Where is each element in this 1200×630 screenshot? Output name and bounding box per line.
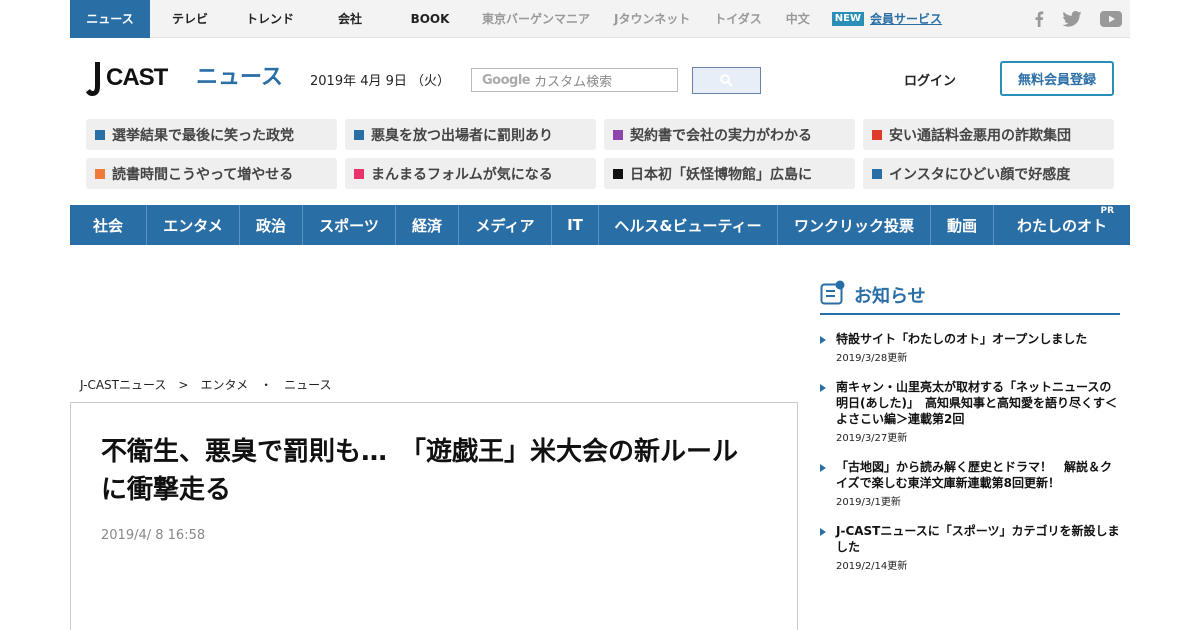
topic-square-icon <box>872 129 882 140</box>
category-label: わたしのオト <box>1016 216 1107 235</box>
breadcrumb-sub[interactable]: ニュース <box>284 376 331 393</box>
category-video[interactable]: 動画 <box>931 205 994 245</box>
login-link[interactable]: ログイン <box>904 70 956 89</box>
topic-link[interactable]: 読書時間こうやって増やせる <box>86 158 337 189</box>
article-timestamp: 2019/4/ 8 16:58 <box>101 528 206 543</box>
new-badge: NEW <box>831 11 865 26</box>
current-date: 2019年 4月 9日 （火） <box>310 74 451 89</box>
link-chinese[interactable]: 中文 <box>774 0 822 38</box>
notice-date: 2019/3/27更新 <box>836 433 908 444</box>
tab-news[interactable]: ニュース <box>70 0 150 38</box>
topic-square-icon <box>354 129 364 140</box>
topic-link[interactable]: 選挙結果で最後に笑った政党 <box>86 119 337 150</box>
google-brand: Google <box>482 72 531 88</box>
breadcrumb-section[interactable]: エンタメ <box>200 376 248 393</box>
notices-title: お知らせ <box>854 286 926 307</box>
notice-item[interactable]: J-CASTニュースに「スポーツ」カテゴリを新設しました 2019/2/14更新 <box>820 523 1120 572</box>
link-j-town[interactable]: Jタウンネット <box>602 0 702 38</box>
topic-square-icon <box>872 168 882 179</box>
breadcrumb-home[interactable]: J-CASTニュース <box>80 376 166 393</box>
notice-title[interactable]: 「古地図」から読み解く歴史とドラマ！ 解説＆クイズで楽しむ東洋文庫新連載第8回更… <box>836 459 1120 491</box>
link-toidas[interactable]: トイダス <box>702 0 774 38</box>
category-media[interactable]: メディア <box>459 205 552 245</box>
notice-item[interactable]: 「古地図」から読み解く歴史とドラマ！ 解説＆クイズで楽しむ東洋文庫新連載第8回更… <box>820 459 1120 508</box>
youtube-icon[interactable] <box>1100 11 1122 27</box>
svg-text:ニュース: ニュース <box>196 65 282 90</box>
register-button[interactable]: 無料会員登録 <box>1000 61 1114 96</box>
topic-link[interactable]: インスタにひどい顔で好感度 <box>863 158 1114 189</box>
breadcrumb-separator: > <box>166 378 201 392</box>
notice-icon <box>820 280 845 305</box>
topic-square-icon <box>613 129 623 140</box>
notice-date: 2019/3/28更新 <box>836 353 908 364</box>
notice-title[interactable]: 特設サイト「わたしのオト」オープンしました <box>836 331 1087 347</box>
topic-link[interactable]: 日本初「妖怪博物館」広島に <box>604 158 855 189</box>
breadcrumb-separator: ・ <box>248 378 285 392</box>
notice-item[interactable]: 南キャン・山里亮太が取材する「ネットニュースの明日(あした)」 高知県知事と高知… <box>820 379 1120 444</box>
category-watashi-no-oto[interactable]: わたしのオト PR <box>994 205 1130 245</box>
link-tokyo-bargain[interactable]: 東京バーゲンマニア <box>470 0 602 38</box>
svg-text:CAST: CAST <box>106 64 169 91</box>
top-bar: ニュース テレビ トレンド 会社 BOOK 東京バーゲンマニア Jタウンネット … <box>70 0 1130 38</box>
pr-badge: PR <box>1100 206 1114 216</box>
breadcrumb: J-CASTニュース > エンタメ ・ ニュース <box>80 376 332 393</box>
category-economy[interactable]: 経済 <box>396 205 459 245</box>
triangle-right-icon <box>820 384 826 392</box>
notice-date: 2019/2/14更新 <box>836 561 908 572</box>
topic-square-icon <box>613 168 623 179</box>
topic-link[interactable]: まんまるフォルムが気になる <box>345 158 596 189</box>
facebook-icon[interactable] <box>1034 11 1044 27</box>
category-society[interactable]: 社会 <box>70 205 147 245</box>
twitter-icon[interactable] <box>1062 11 1082 27</box>
category-entertainment[interactable]: エンタメ <box>147 205 240 245</box>
jcast-logo[interactable]: CAST ニュース <box>86 58 282 100</box>
tab-tv[interactable]: テレビ <box>150 0 230 38</box>
triangle-right-icon <box>820 464 826 472</box>
category-one-click-vote[interactable]: ワンクリック投票 <box>778 205 931 245</box>
topic-square-icon <box>95 129 105 140</box>
notices-header: お知らせ <box>820 280 1120 315</box>
member-service-link[interactable]: 会員サービス <box>870 10 942 27</box>
topic-square-icon <box>354 168 364 179</box>
category-nav: 社会 エンタメ 政治 スポーツ 経済 メディア IT ヘルス&ビューティー ワン… <box>70 205 1130 245</box>
search-placeholder: カスタム検索 <box>534 74 613 90</box>
article-card: 不衛生、悪臭で罰則も… 「遊戯王」米大会の新ルールに衝撃走る 2019/4/ 8… <box>70 402 798 630</box>
category-politics[interactable]: 政治 <box>240 205 303 245</box>
search-button[interactable] <box>692 67 761 94</box>
triangle-right-icon <box>820 336 826 344</box>
notice-title[interactable]: 南キャン・山里亮太が取材する「ネットニュースの明日(あした)」 高知県知事と高知… <box>836 379 1120 427</box>
topic-link[interactable]: 契約書で会社の実力がわかる <box>604 119 855 150</box>
notice-item[interactable]: 特設サイト「わたしのオト」オープンしました 2019/3/28更新 <box>820 331 1120 364</box>
category-sports[interactable]: スポーツ <box>303 205 396 245</box>
tab-book[interactable]: BOOK <box>390 0 470 38</box>
tab-trend[interactable]: トレンド <box>230 0 310 38</box>
social-links <box>1034 0 1122 38</box>
category-health-beauty[interactable]: ヘルス&ビューティー <box>599 205 778 245</box>
notice-date: 2019/3/1更新 <box>836 497 901 508</box>
notice-title[interactable]: J-CASTニュースに「スポーツ」カテゴリを新設しました <box>836 523 1120 555</box>
search-icon <box>720 74 733 87</box>
topic-link[interactable]: 安い通話料金悪用の詐欺集団 <box>863 119 1114 150</box>
category-it[interactable]: IT <box>552 205 599 245</box>
topic-link[interactable]: 悪臭を放つ出場者に罰則あり <box>345 119 596 150</box>
article-title: 不衛生、悪臭で罰則も… 「遊戯王」米大会の新ルールに衝撃走る <box>101 437 739 505</box>
tab-company[interactable]: 会社 <box>310 0 390 38</box>
topic-square-icon <box>95 168 105 179</box>
search-input[interactable]: Google カスタム検索 <box>471 68 678 92</box>
triangle-right-icon <box>820 528 826 536</box>
